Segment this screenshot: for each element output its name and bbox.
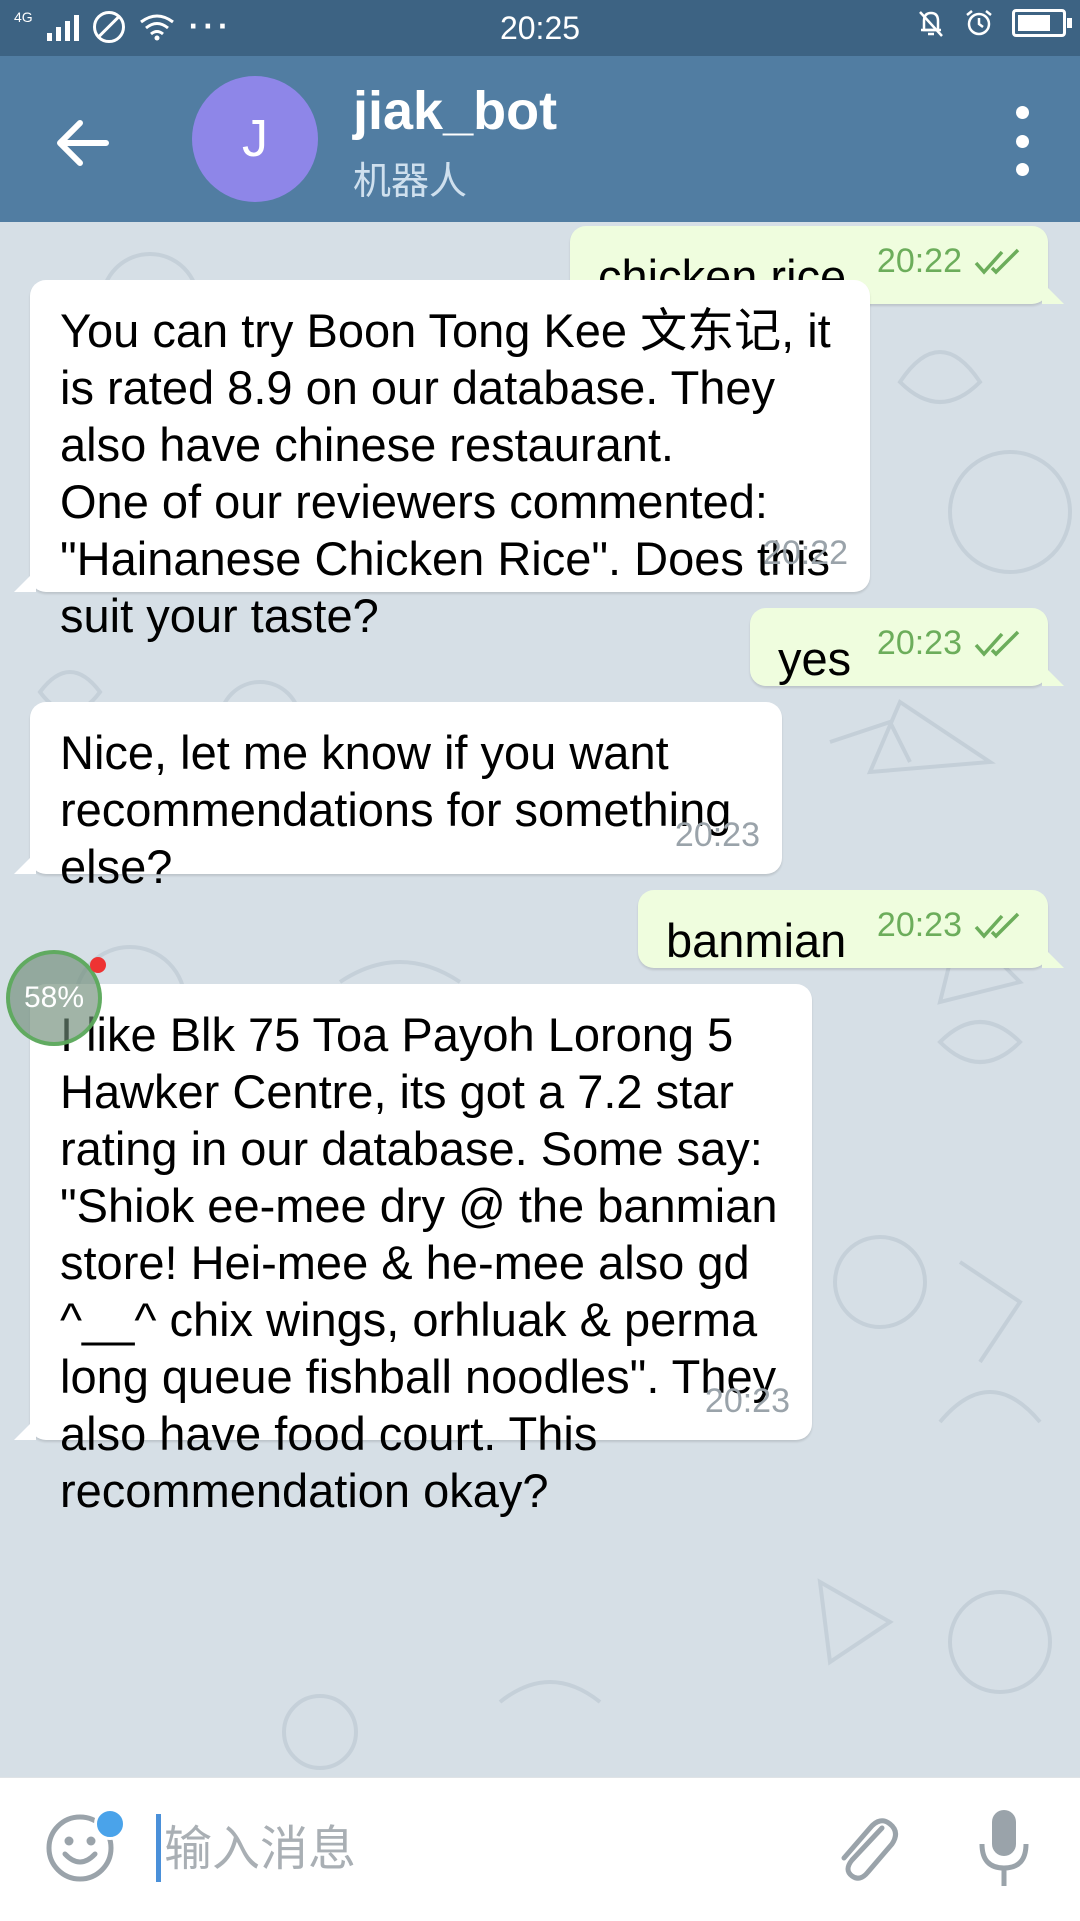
message-meta: 20:23 [877,615,1024,672]
float-percent: 58% [23,981,85,1014]
message-time: 20:23 [876,906,962,944]
message-time: 20:23 [704,1382,790,1420]
chat-subtitle: 机器人 [353,161,468,203]
chat-title[interactable]: jiak_bot [353,80,557,142]
message-list[interactable]: chicken rice 20:22 You can try Boon Tong… [0,222,1080,1777]
message-time: 20:23 [674,816,760,854]
more-vertical-icon [1015,106,1029,119]
message-incoming[interactable]: I like Blk 75 Toa Payoh Lorong 5 Hawker … [14,984,812,1517]
chat-header: J jiak_bot 机器人 [0,56,1080,222]
notification-dot [90,957,106,973]
message-outgoing[interactable]: yes 20:23 [750,608,1064,686]
message-text: You can try Boon Tong Kee 文东记, it is rat… [60,304,831,642]
more-menu-button[interactable] [1002,106,1042,176]
message-meta: 20:23 [877,897,1024,954]
double-check-icon [974,630,1020,657]
alarm-icon [966,10,992,36]
status-right [916,8,1072,38]
battery-icon [1012,9,1072,37]
muted-bell-icon [919,11,943,37]
message-text: banmian [666,914,847,967]
compose-bar [0,1777,1080,1921]
double-check-icon [974,248,1020,275]
message-outgoing[interactable]: banmian 20:23 [638,890,1064,968]
avatar[interactable]: J [192,76,318,202]
message-input[interactable] [162,1808,806,1890]
message-incoming[interactable]: Nice, let me know if you want recommenda… [14,702,782,893]
emoji-badge-dot [94,1808,126,1840]
message-time: 20:22 [762,534,848,572]
microphone-icon[interactable] [976,1806,1032,1890]
floating-assistant-ball[interactable]: 58% [6,950,102,1046]
message-incoming[interactable]: You can try Boon Tong Kee 文东记, it is rat… [14,280,870,642]
double-check-icon [974,912,1020,939]
message-meta: 20:22 [877,233,1024,290]
text-caret [156,1814,161,1882]
paperclip-icon[interactable] [826,1808,906,1888]
message-time: 20:22 [876,242,962,280]
message-text: Nice, let me know if you want recommenda… [60,726,732,893]
message-text: yes [778,632,852,685]
status-bar: 4G ··· 20:25 [0,0,1080,56]
back-button[interactable] [50,108,120,178]
message-time: 20:23 [876,624,962,662]
